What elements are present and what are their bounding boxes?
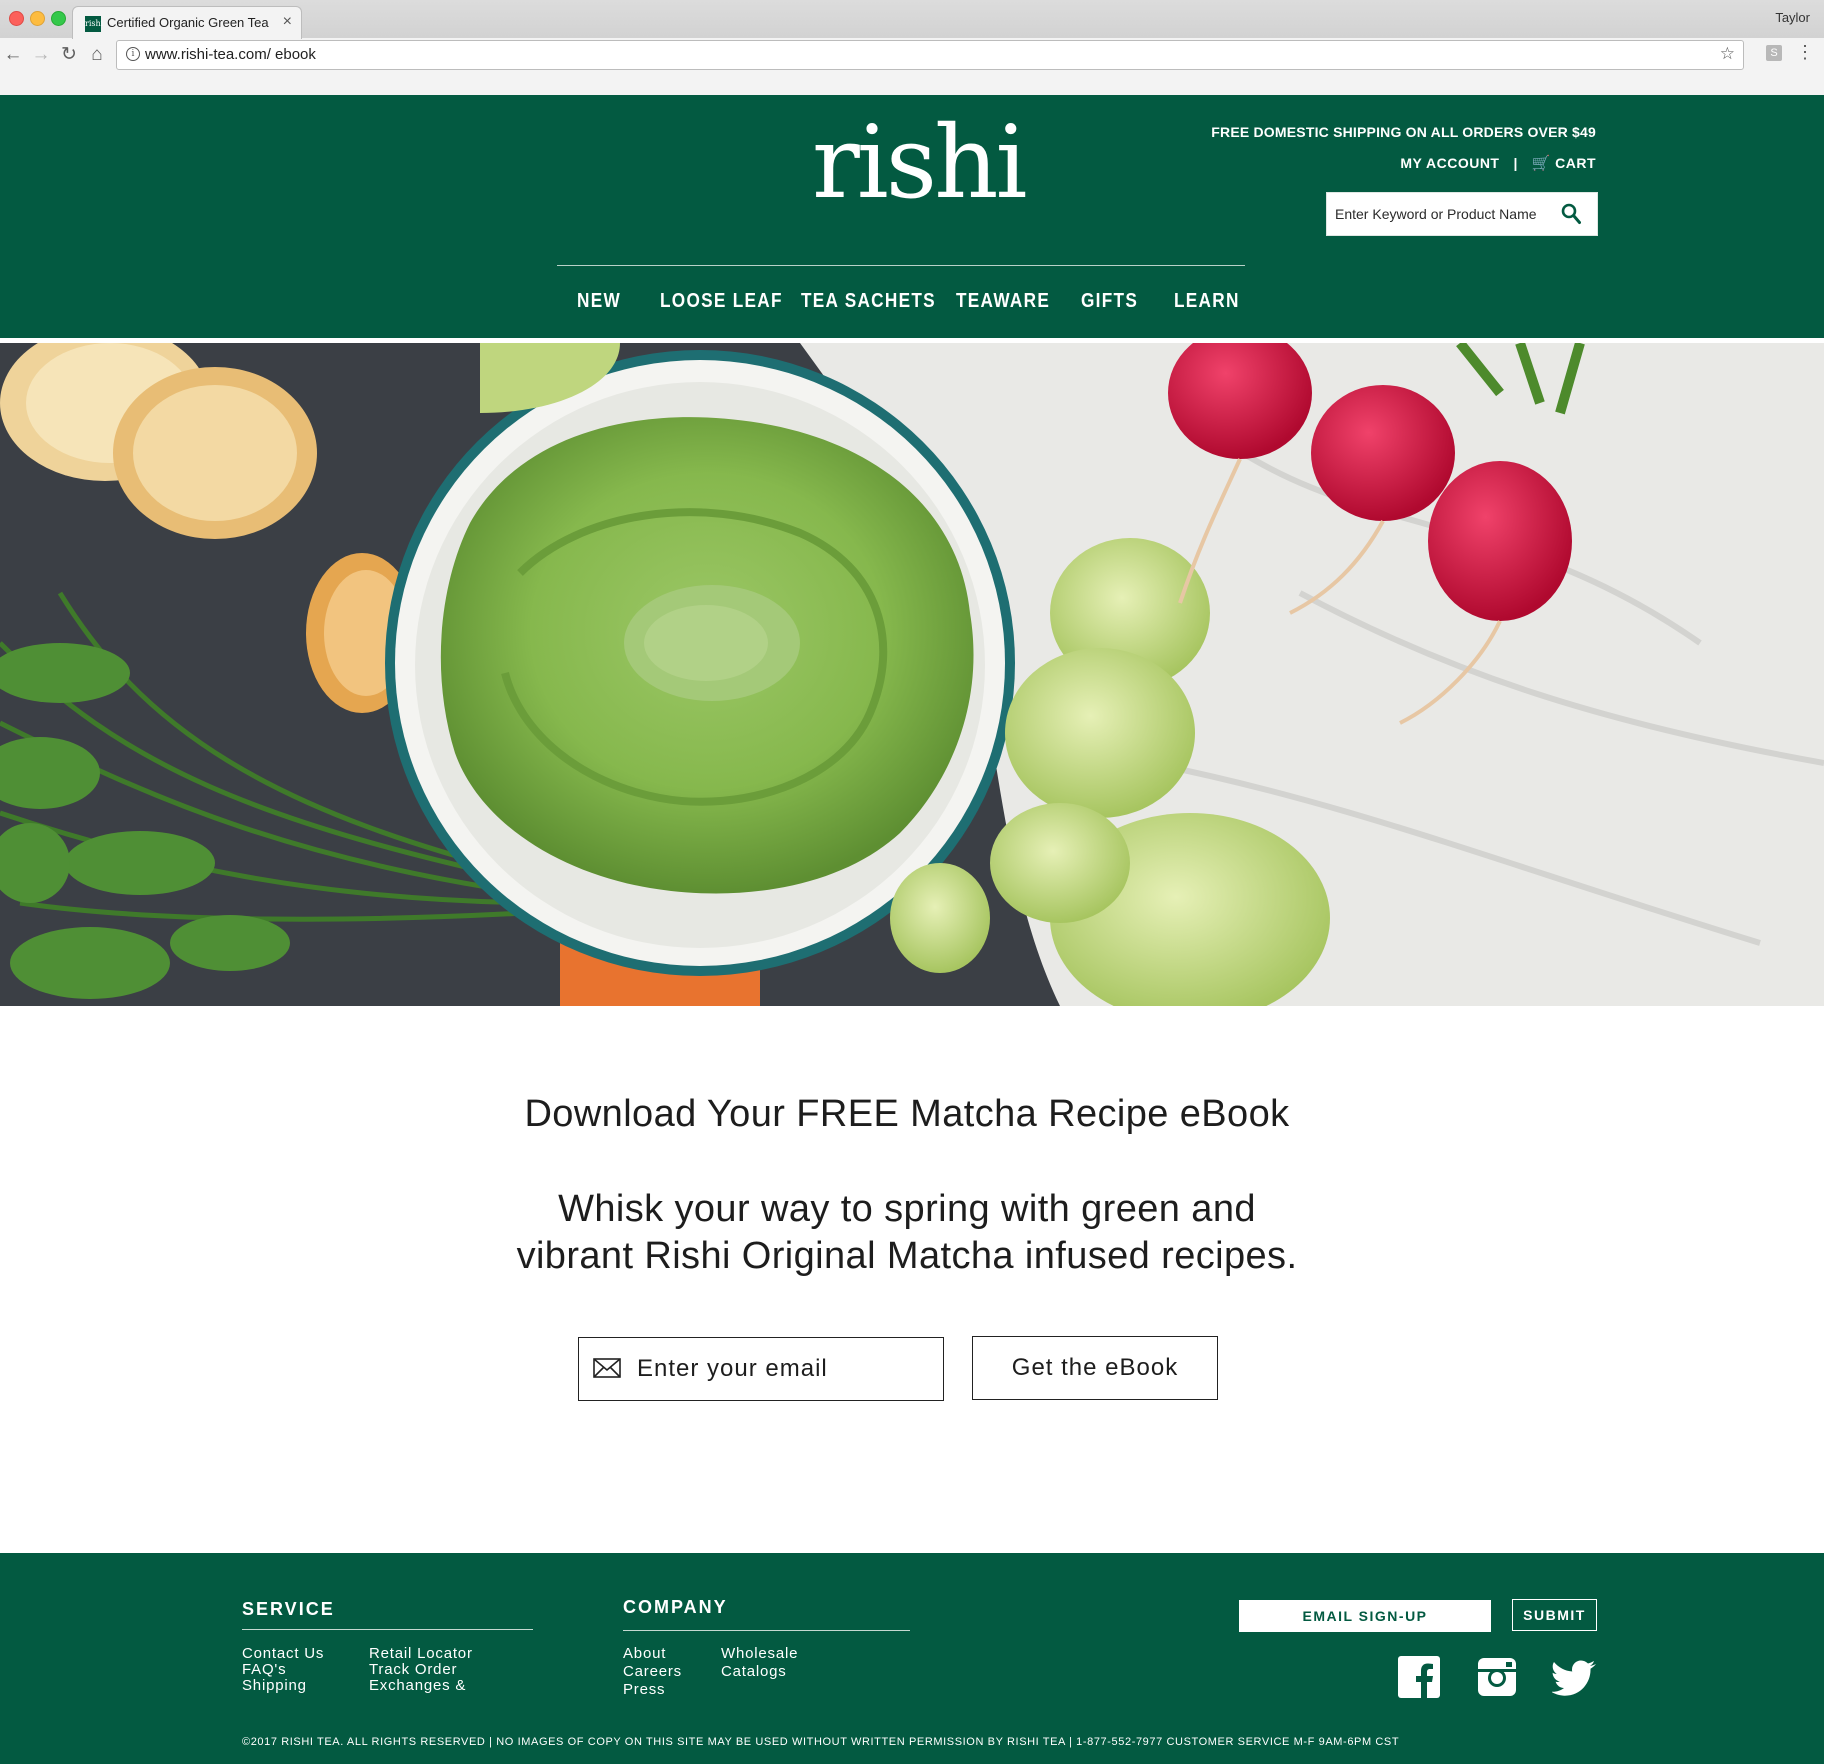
page-subhead: Whisk your way to spring with green and …	[0, 1186, 1814, 1280]
hero-image	[0, 343, 1824, 1006]
legal-notice: ©2017 RISHI TEA. ALL RIGHTS RESERVED | N…	[242, 1736, 1400, 1748]
nav-tea-sachets[interactable]: TEA SACHETS	[801, 290, 936, 313]
twitter-icon[interactable]	[1552, 1656, 1598, 1698]
search-icon[interactable]	[1561, 203, 1581, 225]
facebook-icon[interactable]	[1398, 1656, 1440, 1698]
rishi-logo[interactable]: rishi	[812, 113, 1028, 213]
site-footer: SERVICE Contact Us FAQ's Shipping Retail…	[0, 1553, 1824, 1764]
footer-link-press[interactable]: Press	[623, 1681, 665, 1698]
shipping-promo: FREE DOMESTIC SHIPPING ON ALL ORDERS OVE…	[1211, 124, 1596, 140]
cart-label: CART	[1555, 155, 1596, 171]
footer-link-about[interactable]: About	[623, 1645, 666, 1662]
footer-link-exchanges[interactable]: Exchanges &	[369, 1677, 466, 1694]
maximize-window-button[interactable]	[51, 11, 66, 26]
service-divider	[242, 1629, 533, 1630]
url-text[interactable]: www.rishi-tea.com/ ebook	[145, 46, 316, 63]
extension-icon[interactable]: S	[1766, 45, 1782, 61]
subhead-line-1: Whisk your way to spring with green and	[558, 1188, 1256, 1230]
info-icon[interactable]: i	[126, 47, 140, 61]
instagram-icon[interactable]	[1476, 1656, 1518, 1698]
submit-button[interactable]: SUBMIT	[1512, 1599, 1597, 1631]
header-divider	[557, 265, 1245, 266]
footer-link-retail-locator[interactable]: Retail Locator	[369, 1645, 473, 1662]
browser-tab[interactable]: rishi Certified Organic Green Tea | ×	[72, 6, 302, 39]
bookmark-star-icon[interactable]: ☆	[1720, 44, 1735, 64]
tab-title: Certified Organic Green Tea |	[107, 15, 272, 30]
page-headline: Download Your FREE Matcha Recipe eBook	[524, 1093, 1290, 1135]
account-links: MY ACCOUNT | 🛒 CART	[1400, 154, 1596, 172]
envelope-icon	[593, 1358, 621, 1378]
reload-icon[interactable]: ↻	[58, 44, 80, 66]
browser-menu-icon[interactable]: ⋮	[1796, 42, 1814, 63]
footer-link-wholesale[interactable]: Wholesale	[721, 1645, 798, 1662]
minimize-window-button[interactable]	[30, 11, 45, 26]
company-heading: COMPANY	[623, 1597, 728, 1617]
nav-teaware[interactable]: TEAWARE	[956, 290, 1050, 313]
company-divider	[623, 1630, 910, 1631]
email-field	[578, 1337, 944, 1401]
search-input[interactable]	[1335, 193, 1557, 235]
site-search	[1326, 192, 1598, 236]
nav-gifts[interactable]: GIFTS	[1081, 290, 1138, 313]
service-heading: SERVICE	[242, 1599, 335, 1619]
nav-learn[interactable]: LEARN	[1174, 290, 1240, 313]
link-separator: |	[1513, 155, 1518, 171]
nav-new[interactable]: NEW	[577, 290, 621, 313]
subhead-line-2: vibrant Rishi Original Matcha infused re…	[516, 1235, 1298, 1277]
browser-chrome: rishi Certified Organic Green Tea | × Ta…	[0, 0, 1824, 96]
cart-link[interactable]: 🛒 CART	[1532, 154, 1596, 172]
cart-icon: 🛒	[1531, 155, 1552, 172]
home-icon[interactable]: ⌂	[86, 44, 108, 66]
email-input[interactable]	[637, 1338, 927, 1400]
back-arrow-icon[interactable]: ←	[2, 44, 24, 66]
forward-arrow-icon[interactable]: →	[30, 44, 52, 66]
email-signup-input[interactable]	[1239, 1600, 1491, 1632]
my-account-link[interactable]: MY ACCOUNT	[1400, 155, 1499, 171]
close-tab-icon[interactable]: ×	[283, 13, 292, 31]
favicon-icon: rishi	[85, 16, 103, 32]
profile-name[interactable]: Taylor	[1775, 10, 1810, 25]
get-ebook-button[interactable]: Get the eBook	[972, 1336, 1218, 1400]
tab-strip: rishi Certified Organic Green Tea | × Ta…	[0, 0, 1824, 39]
footer-link-careers[interactable]: Careers	[623, 1663, 682, 1680]
footer-link-track-order[interactable]: Track Order	[369, 1661, 457, 1678]
main-nav: NEW LOOSE LEAF TEA SACHETS TEAWARE GIFTS…	[0, 290, 1824, 328]
footer-link-shipping[interactable]: Shipping	[242, 1677, 307, 1694]
footer-link-catalogs[interactable]: Catalogs	[721, 1663, 787, 1680]
browser-toolbar: ← → ↻ ⌂ i www.rishi-tea.com/ ebook ☆ S ⋮	[0, 38, 1824, 95]
footer-link-contact-us[interactable]: Contact Us	[242, 1645, 324, 1662]
nav-loose-leaf[interactable]: LOOSE LEAF	[660, 290, 783, 313]
address-bar[interactable]: i www.rishi-tea.com/ ebook ☆	[116, 40, 1744, 70]
site-header: rishi FREE DOMESTIC SHIPPING ON ALL ORDE…	[0, 95, 1824, 338]
hero-illustration	[0, 343, 1824, 1006]
footer-link-faqs[interactable]: FAQ's	[242, 1661, 286, 1678]
close-window-button[interactable]	[9, 11, 24, 26]
